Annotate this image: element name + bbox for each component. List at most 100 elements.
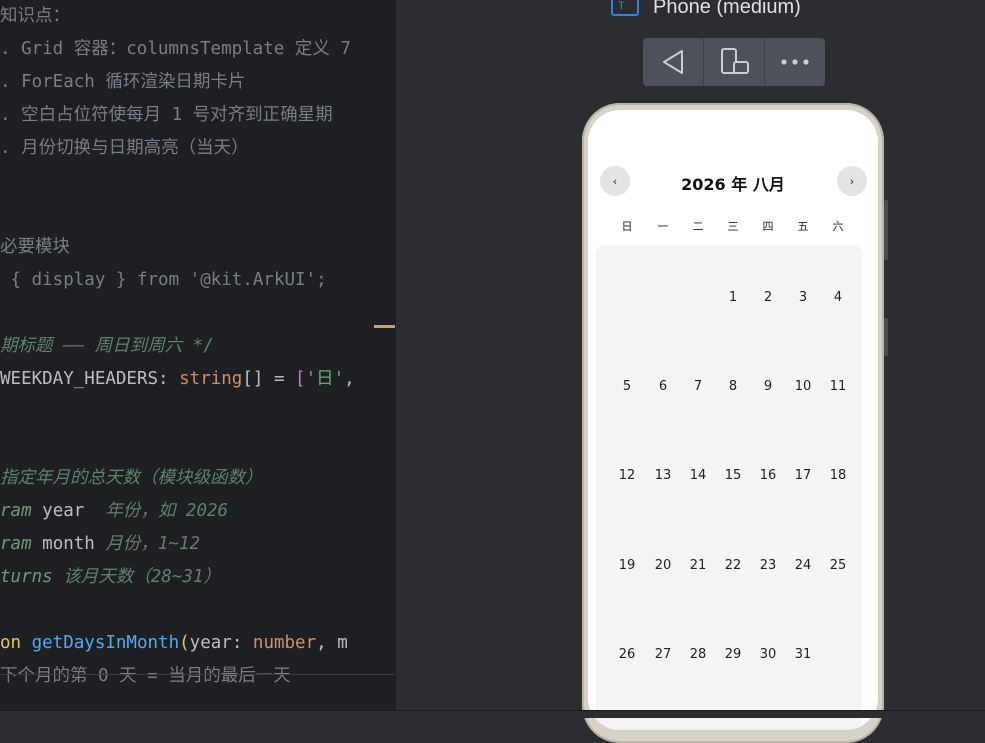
scroll-marker <box>374 325 395 328</box>
code-token: from <box>136 270 180 290</box>
code-token: on <box>0 633 32 653</box>
code-line[interactable]: 期标题 —— 周日到周六 */ <box>0 334 214 358</box>
code-token: = <box>263 369 296 389</box>
editor-divider <box>0 674 395 675</box>
back-icon <box>663 50 683 74</box>
code-line[interactable]: 指定年月的总天数（模块级函数） <box>0 466 263 490</box>
day-cell[interactable]: 29 <box>715 647 751 662</box>
code-token: { display } <box>0 270 137 290</box>
weekday-header: 三 <box>727 220 739 233</box>
code-token: . 空白占位符使每月 1 号对齐到正确星期 <box>0 105 333 125</box>
day-cell[interactable]: 17 <box>785 468 821 483</box>
day-cell[interactable]: 18 <box>820 468 856 483</box>
day-cell[interactable]: 24 <box>785 558 821 573</box>
code-line[interactable]: 必要模块 <box>0 235 70 259</box>
code-token: . 月份切换与日期高亮（当天） <box>0 138 249 158</box>
day-cell[interactable]: 27 <box>645 647 681 662</box>
code-token: month <box>42 534 95 554</box>
more-button[interactable] <box>765 38 825 86</box>
code-token: 月份，1~12 <box>94 534 201 554</box>
day-cell[interactable]: 2 <box>750 290 786 305</box>
day-cell[interactable]: 12 <box>609 468 645 483</box>
day-cell[interactable]: 11 <box>820 379 856 394</box>
code-line[interactable]: { display } from '@kit.ArkUI'; <box>0 268 327 292</box>
device-type-icon: T <box>611 0 639 16</box>
day-cell[interactable]: 19 <box>609 558 645 573</box>
code-token: [ <box>295 369 306 389</box>
weekday-header: 一 <box>657 220 669 233</box>
code-token: 知识点： <box>0 6 70 26</box>
day-cell[interactable]: 30 <box>750 647 786 662</box>
day-cell[interactable]: 31 <box>785 647 821 662</box>
code-token: : <box>231 633 253 653</box>
day-cell[interactable]: 3 <box>785 290 821 305</box>
code-token: : <box>158 369 180 389</box>
code-line[interactable]: . Grid 容器：columnsTemplate 定义 7 <box>0 37 351 61</box>
day-cell[interactable]: 7 <box>680 379 716 394</box>
code-token: . Grid 容器：columnsTemplate 定义 7 <box>0 39 351 59</box>
volume-button <box>884 200 888 260</box>
day-cell[interactable]: 21 <box>680 558 716 573</box>
code-token: string <box>179 369 243 389</box>
rotate-device-icon <box>721 48 749 74</box>
device-title[interactable]: Phone (medium) <box>653 0 801 19</box>
code-token: 下个月的第 0 天 = 当月的最后一天 <box>0 666 291 686</box>
day-cell[interactable]: 26 <box>609 647 645 662</box>
code-token: '@kit.ArkUI'; <box>179 270 327 290</box>
weekday-header: 五 <box>797 220 809 233</box>
code-line[interactable]: turns 该月天数（28~31） <box>0 565 221 589</box>
chevron-right-icon: › <box>849 174 855 188</box>
code-token: [] <box>242 369 264 389</box>
code-token: 指定年月的总天数（模块级函数） <box>0 468 263 488</box>
day-cell[interactable]: 4 <box>820 290 856 305</box>
code-line[interactable]: ram month 月份，1~12 <box>0 532 200 556</box>
code-token: year <box>189 633 232 653</box>
code-line[interactable]: on getDaysInMonth(year: number, m <box>0 631 348 655</box>
code-editor[interactable]: 知识点： . Grid 容器：columnsTemplate 定义 7 . ForE… <box>0 0 395 710</box>
day-cell[interactable]: 25 <box>820 558 856 573</box>
power-button <box>884 318 888 356</box>
code-token: year <box>42 501 85 521</box>
day-cell[interactable]: 22 <box>715 558 751 573</box>
code-token: 年份，如 2026 <box>84 501 229 521</box>
day-cell[interactable]: 15 <box>715 468 751 483</box>
phone-screen: ‹ 2026 年 八月 › 日一二三四五六 1 2 3 4 5 6 7 8 9 10 11 12 13 1… <box>588 110 878 730</box>
code-line[interactable]: 下个月的第 0 天 = 当月的最后一天 <box>0 664 291 688</box>
day-cell[interactable]: 16 <box>750 468 786 483</box>
code-token: '日' <box>305 369 345 389</box>
weekday-header: 四 <box>762 220 774 233</box>
code-token: getDaysInMonth <box>31 633 180 653</box>
code-token: 该月天数（28~31） <box>52 567 221 587</box>
code-line[interactable]: ram year 年份，如 2026 <box>0 499 228 523</box>
day-cell[interactable]: 13 <box>645 468 681 483</box>
day-cell[interactable]: 10 <box>785 379 821 394</box>
code-token: , m <box>316 633 348 653</box>
code-token: WEEKDAY_HEADERS <box>0 369 159 389</box>
code-line[interactable]: . ForEach 循环渲染日期卡片 <box>0 70 245 94</box>
day-cell[interactable]: 1 <box>715 290 751 305</box>
code-token: turns <box>0 567 53 587</box>
day-cell[interactable]: 20 <box>645 558 681 573</box>
code-token: ram <box>0 501 43 521</box>
weekday-header: 日 <box>621 220 633 233</box>
weekday-header: 二 <box>692 220 704 233</box>
code-token: ( <box>179 633 190 653</box>
next-month-button[interactable]: › <box>837 166 867 196</box>
code-line[interactable]: 知识点： <box>0 4 70 28</box>
code-line[interactable]: . 空白占位符使每月 1 号对齐到正确星期 <box>0 103 333 127</box>
day-cell[interactable]: 28 <box>680 647 716 662</box>
code-token: 必要模块 <box>0 237 70 257</box>
day-cell[interactable]: 23 <box>750 558 786 573</box>
rotate-device-button[interactable] <box>704 38 765 86</box>
weekday-header: 六 <box>832 220 844 233</box>
code-token: . ForEach 循环渲染日期卡片 <box>0 72 246 92</box>
day-cell[interactable]: 5 <box>609 379 645 394</box>
day-cell[interactable]: 9 <box>750 379 786 394</box>
back-button[interactable] <box>643 38 704 86</box>
day-cell[interactable]: 8 <box>715 379 751 394</box>
day-cell[interactable]: 6 <box>645 379 681 394</box>
code-line[interactable]: WEEKDAY_HEADERS: string[] = ['日', <box>0 367 355 391</box>
day-cell[interactable]: 14 <box>680 468 716 483</box>
code-line[interactable]: . 月份切换与日期高亮（当天） <box>0 136 249 160</box>
month-title: 2026 年 八月 <box>681 175 785 194</box>
